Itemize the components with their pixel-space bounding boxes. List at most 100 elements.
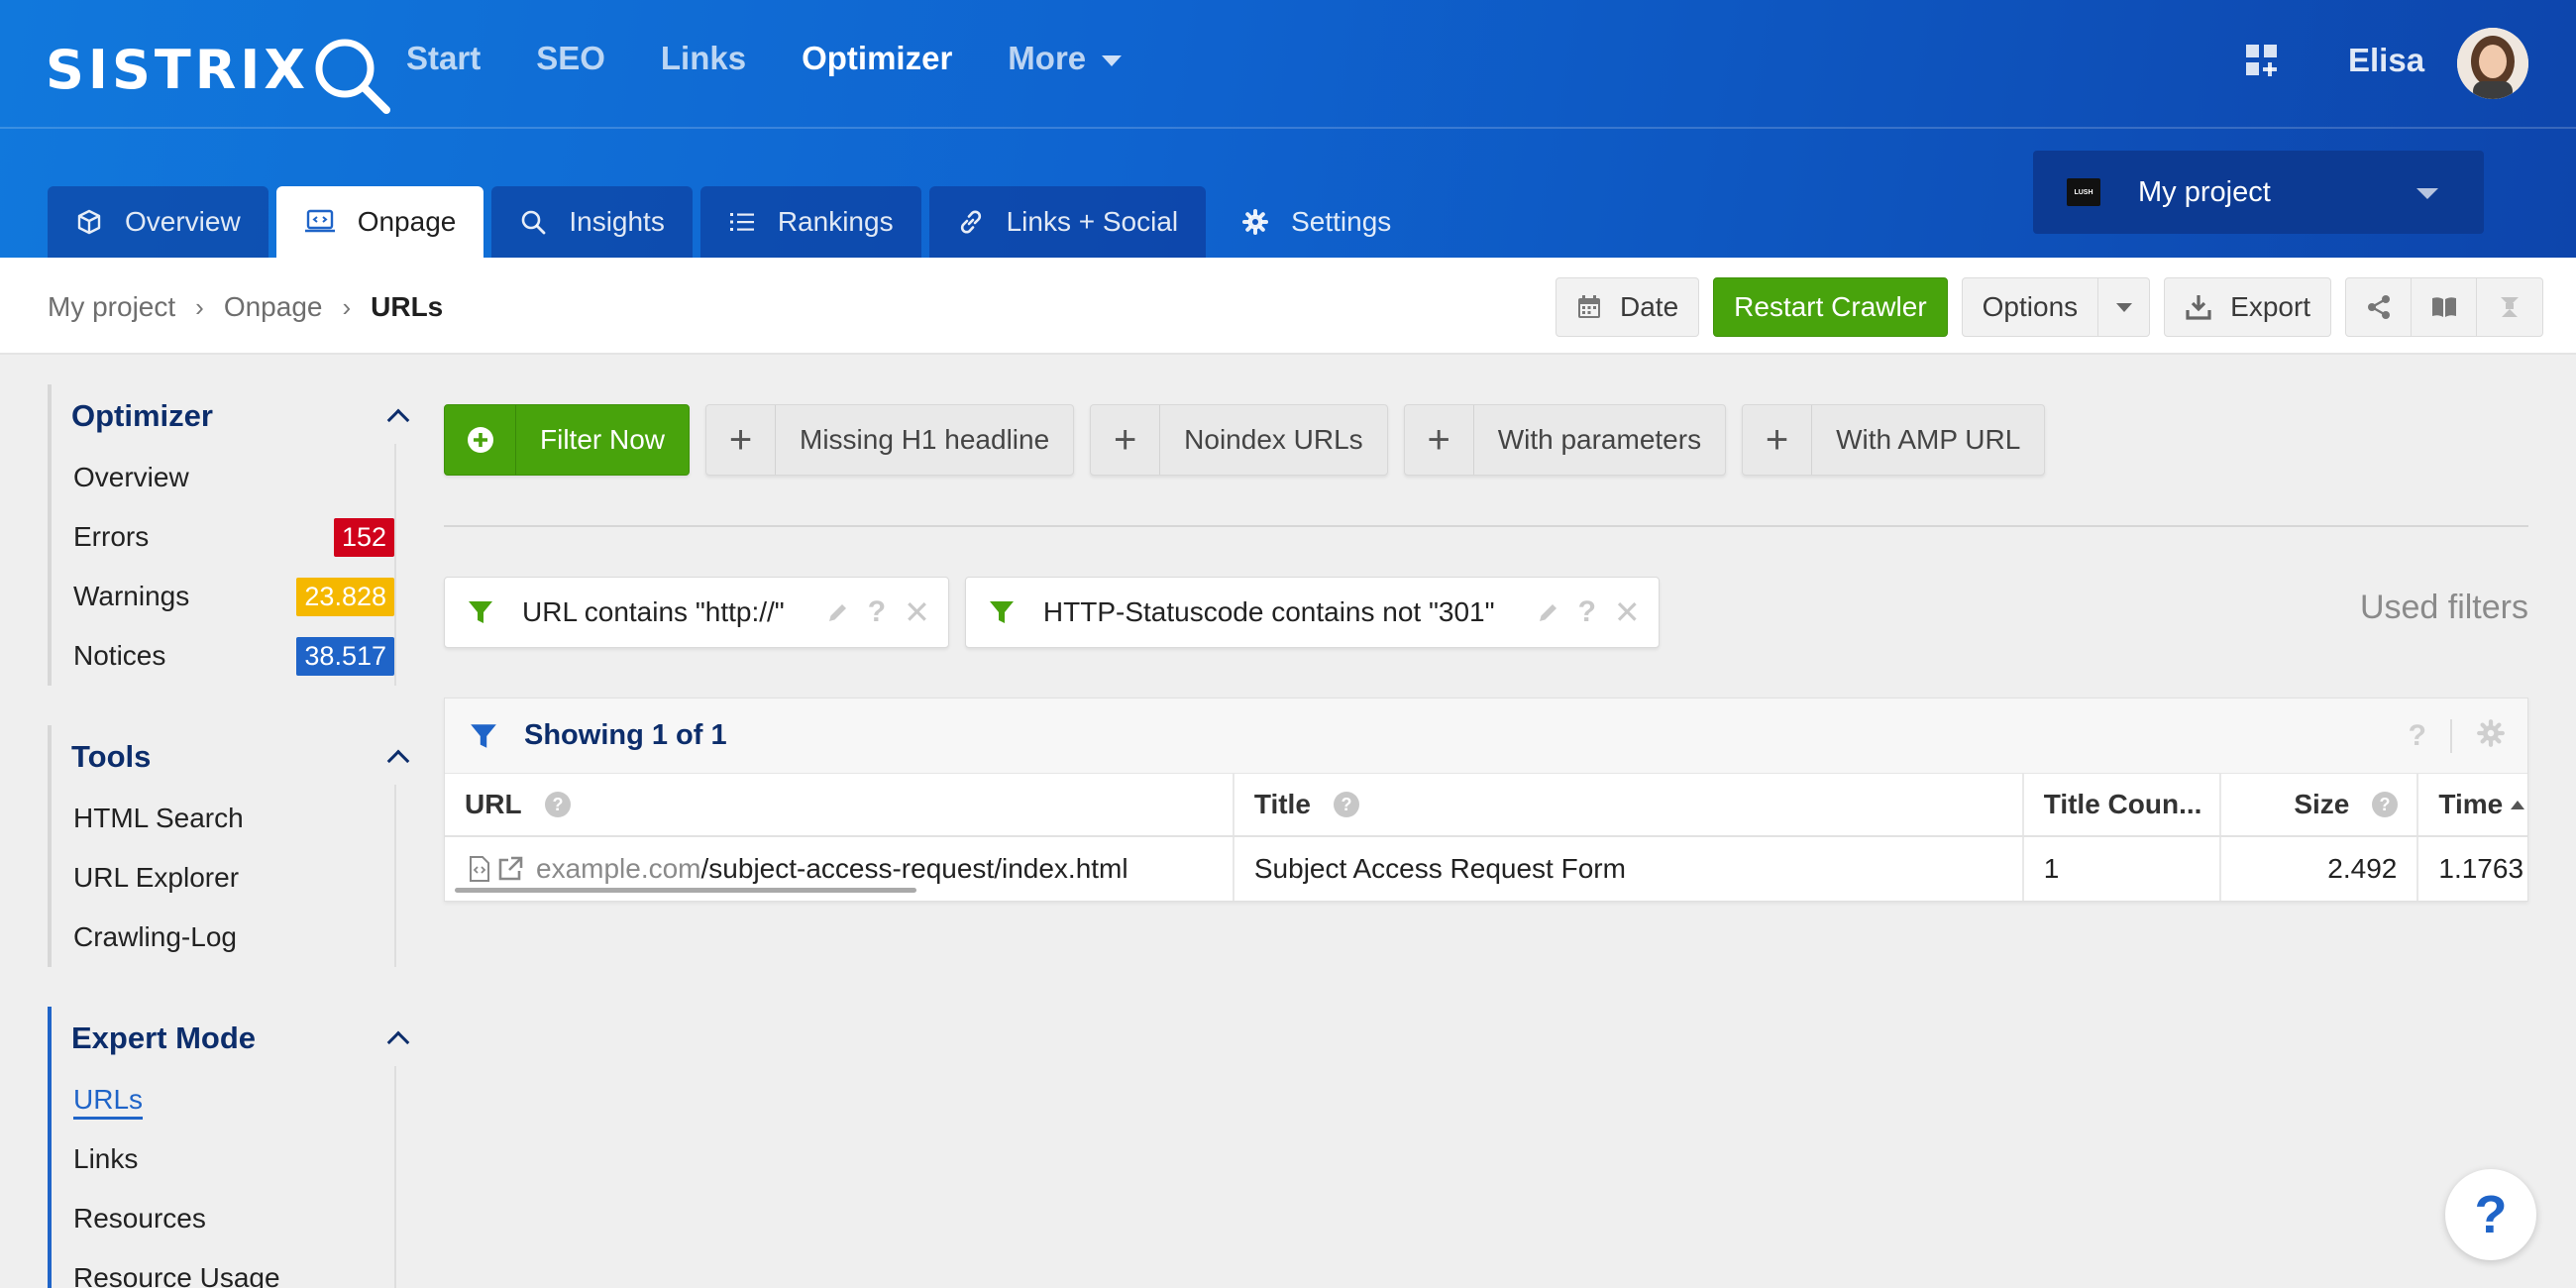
sidebar-item-links[interactable]: Links xyxy=(48,1129,414,1189)
nav-start-label: Start xyxy=(406,40,482,76)
sidebar-item-notices[interactable]: Notices 38.517 xyxy=(48,626,414,686)
options-label: Options xyxy=(1982,291,2079,322)
breadcrumb-onpage[interactable]: Onpage xyxy=(224,291,323,323)
date-button[interactable]: Date xyxy=(1556,277,1700,337)
sidebar-item-resource-usage[interactable]: Resource Usage xyxy=(48,1248,414,1288)
chevron-right-icon: › xyxy=(195,291,204,322)
sidebar-title-optimizer[interactable]: Optimizer xyxy=(48,384,414,448)
sidebar-item-warnings[interactable]: Warnings 23.828 xyxy=(48,567,414,626)
column-header-size[interactable]: Size ? xyxy=(2221,774,2419,835)
sidebar-item-urls[interactable]: URLs xyxy=(48,1070,414,1129)
sidebar-item-label: Resource Usage xyxy=(73,1262,280,1288)
active-filter-chip[interactable]: URL contains "http://" ? ✕ xyxy=(444,577,949,648)
sidebar-item-overview[interactable]: Overview xyxy=(48,448,414,507)
nav-start[interactable]: Start xyxy=(406,40,481,77)
column-header-title-count[interactable]: Title Coun... xyxy=(2024,774,2221,835)
sort-asc-icon[interactable] xyxy=(2511,800,2525,809)
help-icon[interactable]: ? xyxy=(1578,595,1596,629)
sidebar-item-resources[interactable]: Resources xyxy=(48,1189,414,1248)
caret-down-icon xyxy=(2416,188,2438,199)
filter-now-button[interactable]: Filter Now xyxy=(444,404,691,476)
help-circle-icon[interactable]: ? xyxy=(1333,791,1360,818)
section-rail-right xyxy=(394,444,396,686)
top-header: SISTRIX Start SEO Links Optimizer More E… xyxy=(0,0,2576,258)
preset-amp-button[interactable]: + With AMP URL xyxy=(1742,404,2046,476)
table-header-bar: Showing 1 of 1 ? xyxy=(445,698,2527,774)
avatar[interactable] xyxy=(2457,28,2528,99)
plus-icon: + xyxy=(1743,405,1813,475)
plus-icon: + xyxy=(1091,405,1161,475)
tab-rankings[interactable]: Rankings xyxy=(699,186,921,258)
sistrix-logo[interactable]: SISTRIX xyxy=(46,30,396,114)
book-icon[interactable] xyxy=(2412,278,2478,336)
share-icon[interactable] xyxy=(2346,278,2413,336)
preset-missing-h1-button[interactable]: + Missing H1 headline xyxy=(705,404,1075,476)
restart-crawler-button[interactable]: Restart Crawler xyxy=(1713,277,1948,337)
url-path: /subject-access-request/index.html xyxy=(700,853,1128,884)
close-icon[interactable]: ✕ xyxy=(1614,593,1641,631)
breadcrumb-urls: URLs xyxy=(371,291,444,322)
breadcrumb-my-project[interactable]: My project xyxy=(48,291,175,323)
sidebar-item-label: URLs xyxy=(73,1084,144,1115)
sidebar-title-expert-mode[interactable]: Expert Mode xyxy=(48,1007,414,1070)
calendar-icon xyxy=(1576,294,1602,320)
close-icon[interactable]: ✕ xyxy=(904,593,930,631)
help-icon[interactable]: ? xyxy=(868,595,886,629)
column-label: Time xyxy=(2438,789,2504,819)
sidebar-item-label: Overview xyxy=(73,462,189,492)
preset-label: Noindex URLs xyxy=(1184,424,1363,455)
active-filters: URL contains "http://" ? ✕ HTTP-Statusco… xyxy=(444,577,1675,648)
help-button[interactable]: ? xyxy=(2445,1169,2536,1260)
chevron-down-icon[interactable] xyxy=(2097,278,2149,336)
column-header-url[interactable]: URL ? xyxy=(445,774,1234,835)
apps-grid-icon[interactable] xyxy=(2245,44,2279,77)
horizontal-scrollbar[interactable] xyxy=(455,888,916,893)
preset-label: Missing H1 headline xyxy=(800,424,1050,455)
sidebar-item-url-explorer[interactable]: URL Explorer xyxy=(48,848,414,908)
errors-count-badge: 152 xyxy=(333,517,394,557)
user-name[interactable]: Elisa xyxy=(2348,42,2424,79)
column-header-time[interactable]: Time xyxy=(2418,774,2527,835)
project-selector[interactable]: LUSH My project xyxy=(2033,151,2484,234)
tab-onpage-label: Onpage xyxy=(357,206,457,237)
options-button[interactable]: Options xyxy=(1961,277,2151,337)
column-label: Title xyxy=(1253,789,1311,819)
nav-links-label: Links xyxy=(660,40,747,76)
help-circle-icon[interactable]: ? xyxy=(2371,791,2399,818)
file-code-icon[interactable] xyxy=(469,856,490,882)
icon-button-group xyxy=(2345,277,2544,337)
sidebar-title-tools[interactable]: Tools xyxy=(48,725,414,789)
nav-more[interactable]: More xyxy=(1008,40,1123,77)
download-icon xyxy=(2185,293,2212,321)
gear-icon[interactable] xyxy=(2476,718,2506,753)
nav-links[interactable]: Links xyxy=(661,40,746,77)
tab-settings[interactable]: Settings xyxy=(1214,186,1419,258)
column-header-title[interactable]: Title ? xyxy=(1234,774,2024,835)
pencil-icon[interactable] xyxy=(826,600,850,624)
sidebar-item-html-search[interactable]: HTML Search xyxy=(48,789,414,848)
search-icon xyxy=(519,208,547,236)
export-button[interactable]: Export xyxy=(2164,277,2332,337)
help-circle-icon[interactable]: ? xyxy=(544,791,572,818)
preset-parameters-button[interactable]: + With parameters xyxy=(1403,404,1727,476)
tab-links-social[interactable]: Links + Social xyxy=(928,186,1207,258)
sidebar-item-crawling-log[interactable]: Crawling-Log xyxy=(48,908,414,967)
graduation-cap-icon[interactable] xyxy=(2477,278,2542,336)
nav-seo[interactable]: SEO xyxy=(536,40,605,77)
sidebar-item-errors[interactable]: Errors 152 xyxy=(48,507,414,567)
tab-onpage[interactable]: Onpage xyxy=(275,186,484,258)
tab-settings-label: Settings xyxy=(1291,206,1392,237)
chevron-up-icon xyxy=(386,408,410,432)
sidebar-section-optimizer: Optimizer Overview Errors 152 Warnings 2… xyxy=(48,384,414,686)
tab-overview[interactable]: Overview xyxy=(48,186,268,258)
divider xyxy=(444,525,2528,527)
external-link-icon[interactable] xyxy=(496,855,524,883)
help-icon[interactable]: ? xyxy=(2409,719,2426,753)
preset-noindex-button[interactable]: + Noindex URLs xyxy=(1090,404,1388,476)
tab-insights[interactable]: Insights xyxy=(491,186,693,258)
active-filter-chip[interactable]: HTTP-Statuscode contains not "301" ? ✕ xyxy=(964,577,1660,648)
nav-optimizer[interactable]: Optimizer xyxy=(802,40,952,77)
toolbar: Date Restart Crawler Options Export xyxy=(1556,277,2544,337)
pencil-icon[interactable] xyxy=(1537,600,1560,624)
svg-text:?: ? xyxy=(1341,795,1351,814)
